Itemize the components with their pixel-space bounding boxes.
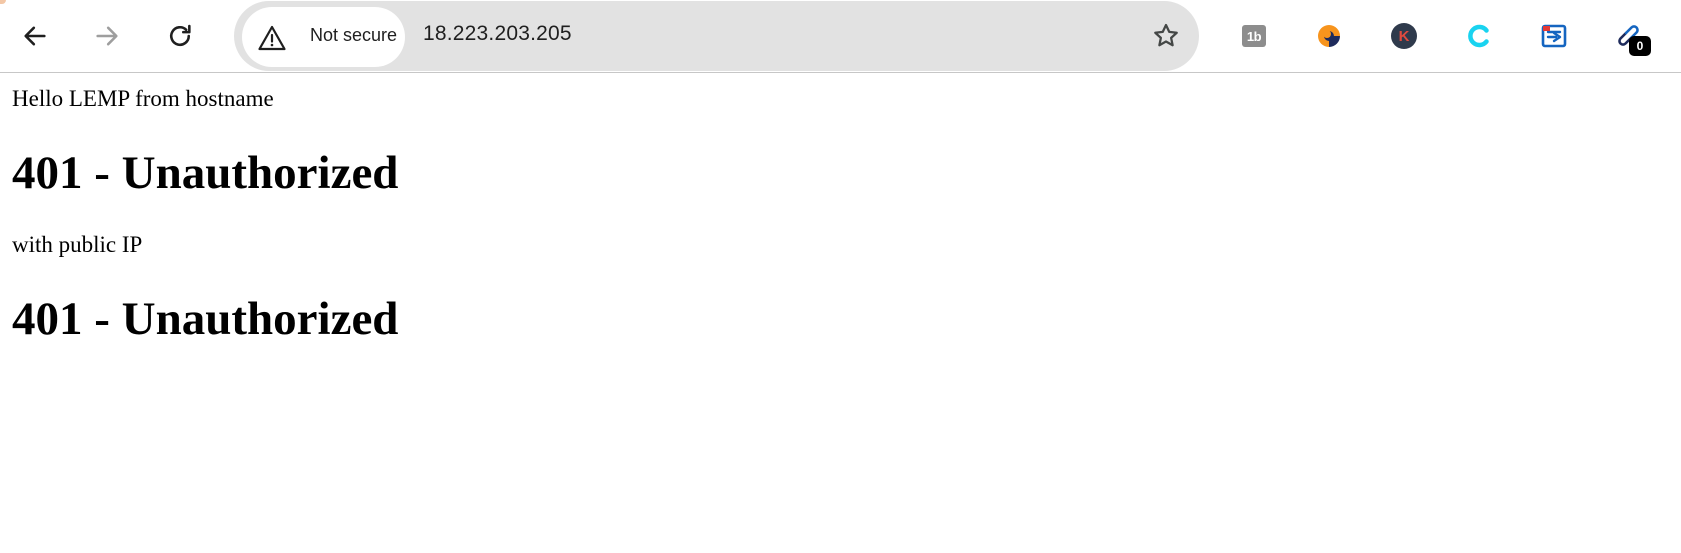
extension-k-button[interactable]: K [1390, 22, 1418, 50]
forward-button[interactable] [87, 16, 127, 56]
orange-navy-swirl-extension-icon [1318, 25, 1340, 47]
extension-frame-button[interactable] [1540, 22, 1568, 50]
1b-extension-icon: 1b [1242, 25, 1266, 47]
arrow-right-icon [96, 26, 118, 46]
site-info-chip[interactable]: Not secure [242, 7, 405, 67]
not-secure-label: Not secure [310, 25, 398, 45]
k-extension-icon: K [1391, 23, 1417, 49]
arrow-left-icon [24, 26, 46, 46]
hello-text: Hello LEMP from hostname [12, 86, 274, 111]
reload-icon [170, 24, 191, 47]
unauthorized-heading-2: 401 - Unauthorized [12, 293, 399, 345]
extension-badge-count: 0 [1629, 36, 1651, 56]
extension-1b-button[interactable]: 1b [1240, 22, 1268, 50]
extension-swirl-button[interactable] [1315, 22, 1343, 50]
browser-toolbar: Not secure 18.223.203.205 1b K 0 [0, 0, 1681, 73]
public-ip-text: with public IP [12, 232, 143, 257]
warning-triangle-icon [258, 25, 286, 51]
bookmark-star-button[interactable] [1151, 21, 1181, 51]
window-corner-accent [0, 0, 6, 4]
address-bar[interactable]: Not secure 18.223.203.205 [234, 1, 1199, 71]
extension-link-button[interactable]: 0 [1615, 22, 1651, 56]
star-outline-icon [1154, 23, 1178, 47]
reload-button[interactable] [160, 16, 200, 56]
extension-cyan-c-button[interactable] [1465, 22, 1493, 50]
cyan-c-extension-icon [1468, 24, 1489, 48]
blue-frame-extension-icon [1541, 24, 1567, 48]
unauthorized-heading-1: 401 - Unauthorized [12, 147, 399, 199]
url-text[interactable]: 18.223.203.205 [423, 22, 572, 46]
back-button[interactable] [15, 16, 55, 56]
